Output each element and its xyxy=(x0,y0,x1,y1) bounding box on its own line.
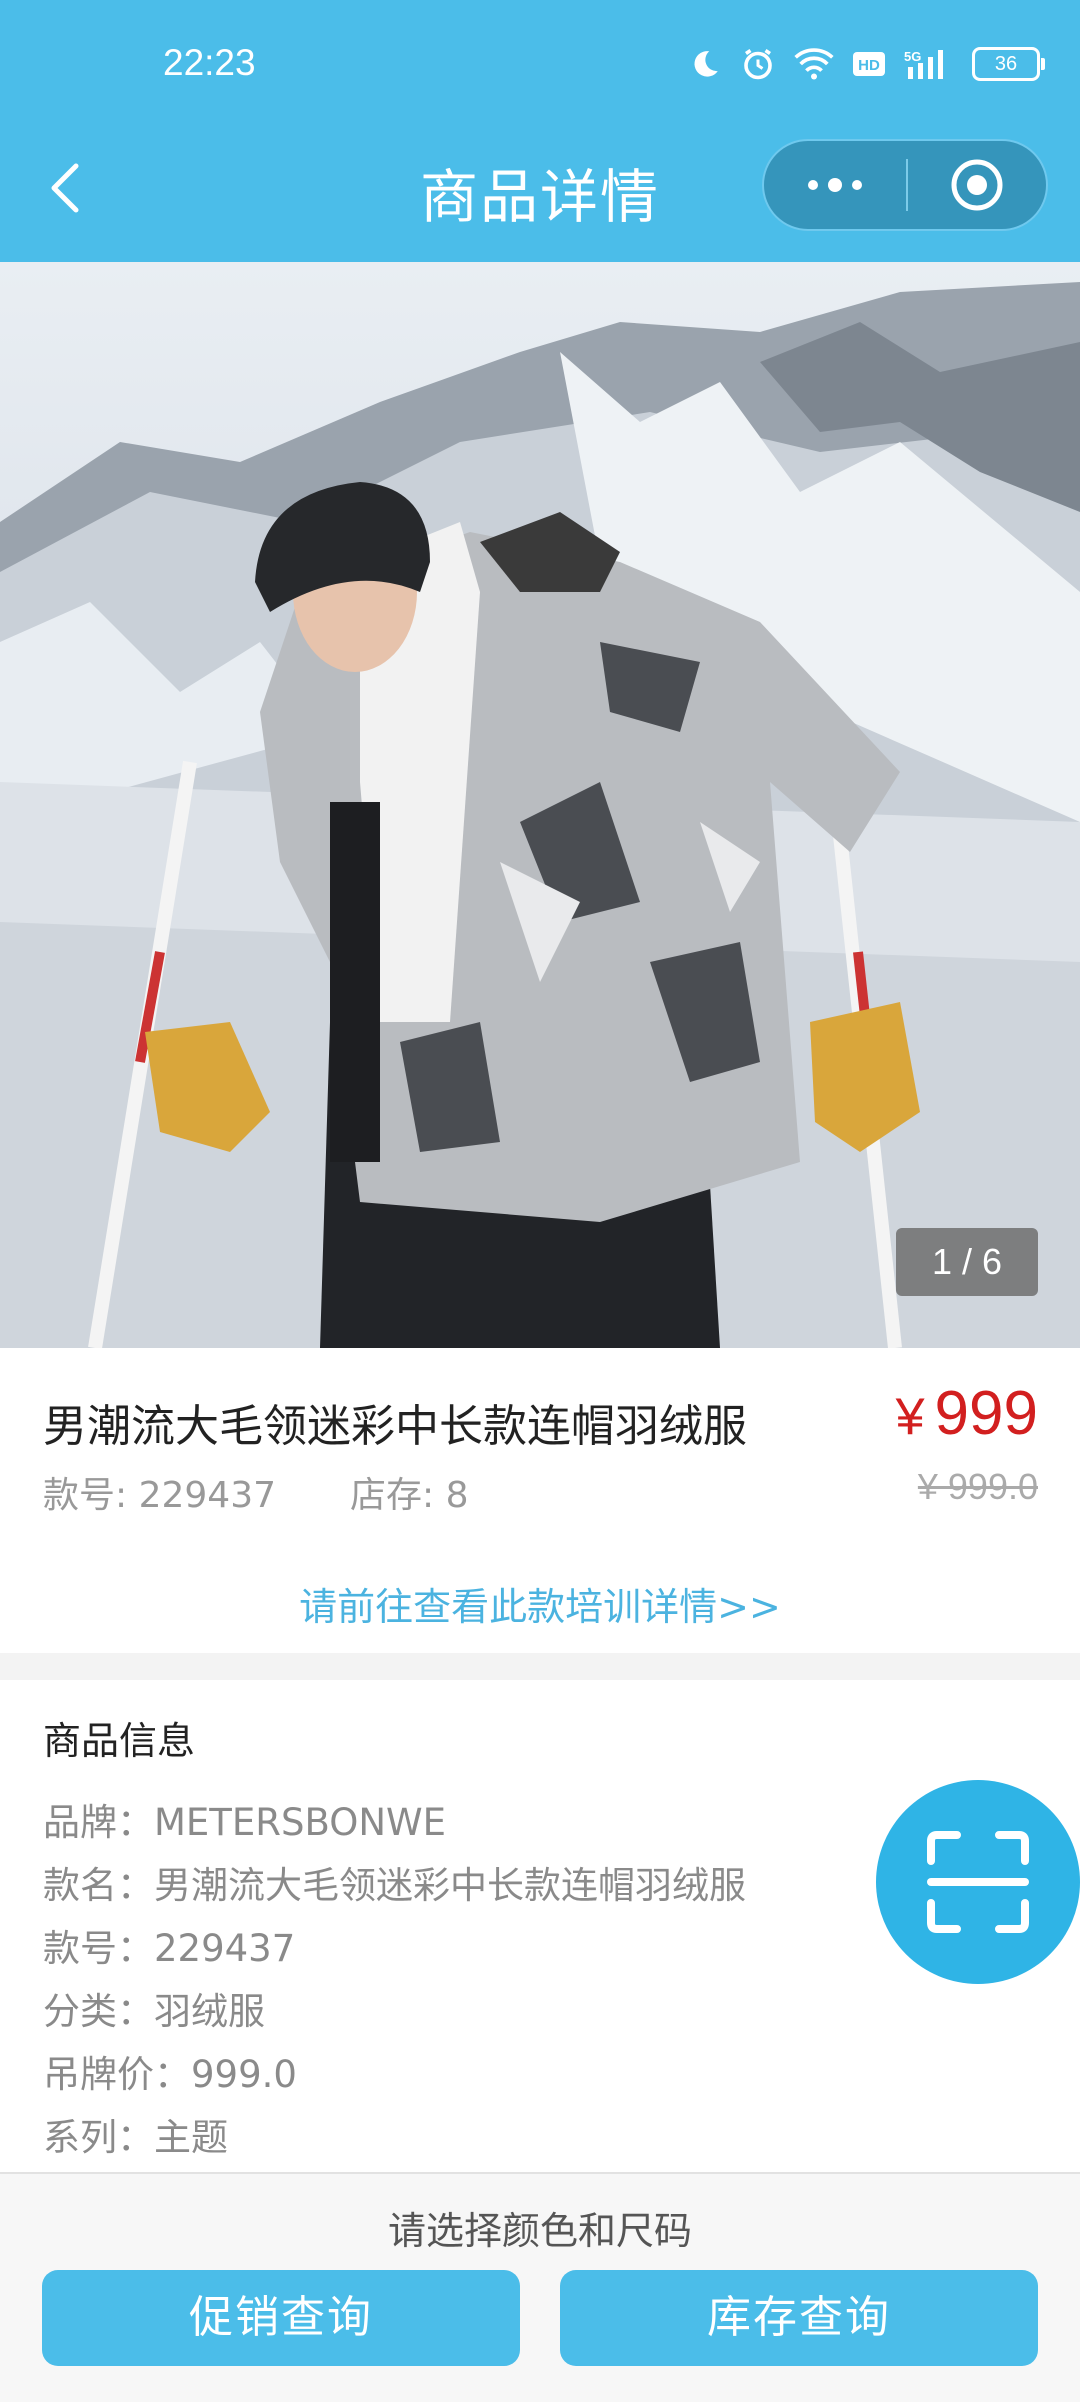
original-price: ¥ 999.0 xyxy=(917,1466,1038,1507)
close-button[interactable] xyxy=(908,141,1046,229)
attr-tag-price: 吊牌价：999.0 xyxy=(43,2053,297,2096)
hd-icon: HD xyxy=(853,52,885,76)
product-image[interactable] xyxy=(0,262,1080,1348)
battery-icon: 36 xyxy=(972,47,1045,81)
scan-icon xyxy=(927,1831,1029,1933)
svg-text:HD: HD xyxy=(858,57,880,74)
training-details-link[interactable]: 请前往查看此款培训详情>> xyxy=(0,1576,1080,1631)
status-icons: HD 5G 36 xyxy=(688,44,1045,84)
more-dots-icon xyxy=(808,178,862,192)
product-photo-illustration xyxy=(0,282,1080,1348)
moon-icon xyxy=(694,51,718,77)
product-price: ¥999 xyxy=(896,1378,1038,1449)
price-value: 999 xyxy=(934,1379,1038,1448)
currency-symbol: ¥ xyxy=(895,1388,925,1446)
attr-brand: 品牌：METERSBONWE xyxy=(43,1801,446,1844)
store-stock: 店存: 8 xyxy=(350,1475,469,1516)
product-name: 男潮流大毛领迷彩中长款连帽羽绒服 xyxy=(43,1401,747,1452)
attr-series: 系列：主题 xyxy=(43,2116,228,2159)
bottom-bar: 请选择颜色和尺码 促销查询 库存查询 xyxy=(0,2172,1080,2402)
wifi-icon xyxy=(794,48,834,80)
stock-query-button[interactable]: 库存查询 xyxy=(560,2270,1038,2366)
product-summary-card: 男潮流大毛领迷彩中长款连帽羽绒服 ¥999 款号: 229437 店存: 8 ¥… xyxy=(0,1348,1080,1653)
mini-program-capsule xyxy=(762,139,1048,231)
record-icon xyxy=(951,159,1003,211)
attr-style-number: 款号：229437 xyxy=(43,1927,296,1970)
status-time: 22:23 xyxy=(163,42,256,83)
attr-category: 分类：羽绒服 xyxy=(43,1990,265,2033)
5g-signal-icon: 5G xyxy=(904,49,943,79)
style-number: 款号: 229437 xyxy=(43,1475,276,1516)
more-button[interactable] xyxy=(764,141,906,229)
alarm-icon xyxy=(744,49,772,80)
scan-button[interactable] xyxy=(876,1780,1080,1984)
select-color-size-hint[interactable]: 请选择颜色和尺码 xyxy=(0,2200,1080,2255)
image-counter: 1 / 6 xyxy=(896,1228,1038,1296)
top-bar: 22:23 HD 5G 36 商品详情 xyxy=(0,0,1080,262)
promotion-query-button[interactable]: 促销查询 xyxy=(42,2270,520,2366)
section-title: 商品信息 xyxy=(43,1719,196,1763)
attr-style-name: 款名：男潮流大毛领迷彩中长款连帽羽绒服 xyxy=(43,1864,746,1907)
svg-text:5G: 5G xyxy=(904,49,921,64)
